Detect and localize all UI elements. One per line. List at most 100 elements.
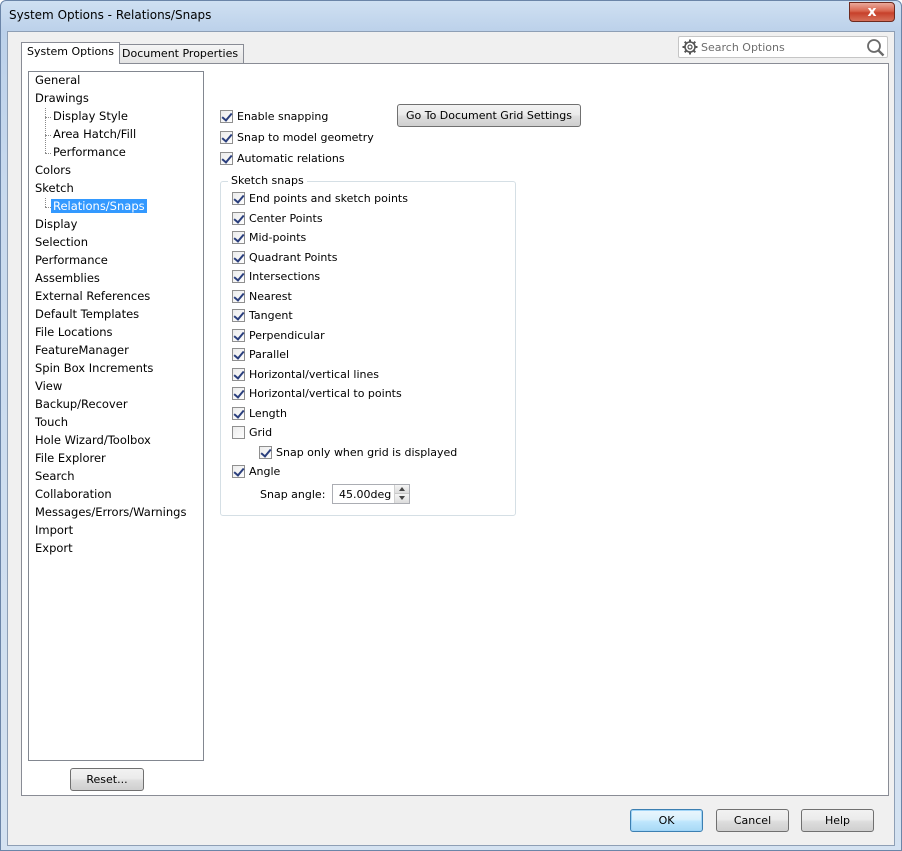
tree-item[interactable]: Search xyxy=(33,468,77,486)
checkbox[interactable] xyxy=(259,446,272,459)
tree-item[interactable]: FeatureManager xyxy=(33,342,131,360)
tree-item-label: View xyxy=(35,379,63,393)
tree-item[interactable]: Display xyxy=(33,216,79,234)
tree-item-label: Backup/Recover xyxy=(35,397,128,411)
tree-item-label: File Explorer xyxy=(35,451,106,465)
tree-item[interactable]: View xyxy=(33,378,64,396)
tree-item-label: Relations/Snaps xyxy=(51,199,147,213)
tree-connector xyxy=(45,207,51,208)
reset-button[interactable]: Reset... xyxy=(70,768,144,791)
tree-item[interactable]: File Explorer xyxy=(33,450,108,468)
cancel-button[interactable]: Cancel xyxy=(716,809,789,832)
tree-item-label: FeatureManager xyxy=(35,343,129,357)
snap-angle-spinbox[interactable]: 45.00deg xyxy=(332,484,410,504)
tree-item-label: Spin Box Increments xyxy=(35,361,154,375)
checkbox-label: Automatic relations xyxy=(237,152,345,165)
tree-item-label: Default Templates xyxy=(35,307,140,321)
tree-item[interactable]: Export xyxy=(33,540,75,558)
button-label: Go To Document Grid Settings xyxy=(405,109,572,122)
tree-item[interactable]: Display Style xyxy=(51,108,130,126)
checkbox[interactable] xyxy=(232,465,245,478)
tree-item-label: Assemblies xyxy=(35,271,100,285)
tree-item[interactable]: Collaboration xyxy=(33,486,114,504)
dialog-client-area: System Options Document Properties Searc… xyxy=(7,31,895,846)
tree-item-label: Display Style xyxy=(53,109,128,123)
tree-item[interactable]: General xyxy=(33,72,82,90)
help-button[interactable]: Help xyxy=(801,809,874,832)
tree-connector xyxy=(45,198,46,207)
checkbox[interactable] xyxy=(232,309,245,322)
tree-item[interactable]: Hole Wizard/Toolbox xyxy=(33,432,153,450)
tree-item[interactable]: Sketch xyxy=(33,180,76,198)
gear-icon xyxy=(682,39,698,55)
tree-item[interactable]: Performance xyxy=(33,252,110,270)
tree-item-label: General xyxy=(35,73,81,87)
checkbox-label: Tangent xyxy=(249,309,293,322)
checkbox-label: Snap only when grid is displayed xyxy=(276,446,458,459)
tab-document-properties[interactable]: Document Properties xyxy=(116,44,245,64)
checkbox[interactable] xyxy=(220,152,233,165)
checkbox[interactable] xyxy=(232,290,245,303)
tree-item[interactable]: Drawings xyxy=(33,90,91,108)
search-options-box[interactable]: Search Options xyxy=(678,36,888,58)
tree-item[interactable]: Performance xyxy=(51,144,128,162)
checkbox-label: End points and sketch points xyxy=(249,192,408,205)
tree-item[interactable]: Area Hatch/Fill xyxy=(51,126,138,144)
sketch-snaps-title: Sketch snaps xyxy=(228,174,307,187)
title-bar[interactable]: System Options - Relations/Snaps x xyxy=(1,1,901,31)
checkbox-label: Angle xyxy=(249,465,281,478)
checkbox-label: Horizontal/vertical lines xyxy=(249,368,379,381)
tree-connector xyxy=(45,108,46,153)
tree-item[interactable]: External References xyxy=(33,288,152,306)
options-tree[interactable]: General Drawings Display Style Area Hatch/F… xyxy=(28,71,204,761)
search-placeholder[interactable]: Search Options xyxy=(701,41,785,54)
window-title: System Options - Relations/Snaps xyxy=(9,8,212,22)
checkbox[interactable] xyxy=(232,368,245,381)
checkbox[interactable] xyxy=(232,192,245,205)
checkbox[interactable] xyxy=(232,426,245,439)
tree-item[interactable]: File Locations xyxy=(33,324,115,342)
tree-item[interactable]: Messages/Errors/Warnings xyxy=(33,504,188,522)
tree-item[interactable]: Spin Box Increments xyxy=(33,360,155,378)
spin-up-button[interactable] xyxy=(395,485,409,494)
checkbox[interactable] xyxy=(220,131,233,144)
spin-down-button[interactable] xyxy=(395,494,409,503)
ok-button[interactable]: OK xyxy=(630,809,703,832)
button-label: Cancel xyxy=(733,814,772,827)
checkbox[interactable] xyxy=(232,251,245,264)
checkbox[interactable] xyxy=(220,110,233,123)
tree-item[interactable]: Import xyxy=(33,522,75,540)
tree-connector xyxy=(45,153,51,154)
checkbox[interactable] xyxy=(232,212,245,225)
checkbox[interactable] xyxy=(232,329,245,342)
snap-angle-value[interactable]: 45.00deg xyxy=(339,488,391,501)
checkbox[interactable] xyxy=(232,231,245,244)
checkbox-label: Grid xyxy=(249,426,273,439)
magnifier-icon[interactable] xyxy=(866,38,885,57)
checkbox[interactable] xyxy=(232,387,245,400)
checkbox[interactable] xyxy=(232,348,245,361)
tree-item[interactable]: Selection xyxy=(33,234,90,252)
checkbox-label: Length xyxy=(249,407,287,420)
button-label: Reset... xyxy=(86,773,128,786)
tree-item-label: Display xyxy=(35,217,78,231)
tree-item[interactable]: Colors xyxy=(33,162,73,180)
tree-item[interactable]: Backup/Recover xyxy=(33,396,130,414)
spin-arrows[interactable] xyxy=(394,485,409,503)
checkbox-label: Mid-points xyxy=(249,231,307,244)
checkbox-label: Snap to model geometry xyxy=(237,131,374,144)
checkbox-label: Nearest xyxy=(249,290,292,303)
tab-system-options[interactable]: System Options xyxy=(21,42,120,64)
tree-item[interactable]: Assemblies xyxy=(33,270,102,288)
tree-item-label: Selection xyxy=(35,235,88,249)
checkbox[interactable] xyxy=(232,270,245,283)
close-button[interactable]: x xyxy=(849,2,895,22)
tree-item[interactable]: Relations/Snaps xyxy=(51,198,147,216)
checkbox[interactable] xyxy=(232,407,245,420)
go-to-grid-settings-button[interactable]: Go To Document Grid Settings xyxy=(397,104,581,127)
tree-item[interactable]: Touch xyxy=(33,414,70,432)
tree-item-label: File Locations xyxy=(35,325,113,339)
tree-item[interactable]: Default Templates xyxy=(33,306,141,324)
checkbox-label: Enable snapping xyxy=(237,110,329,123)
checkbox-label: Center Points xyxy=(249,212,323,225)
